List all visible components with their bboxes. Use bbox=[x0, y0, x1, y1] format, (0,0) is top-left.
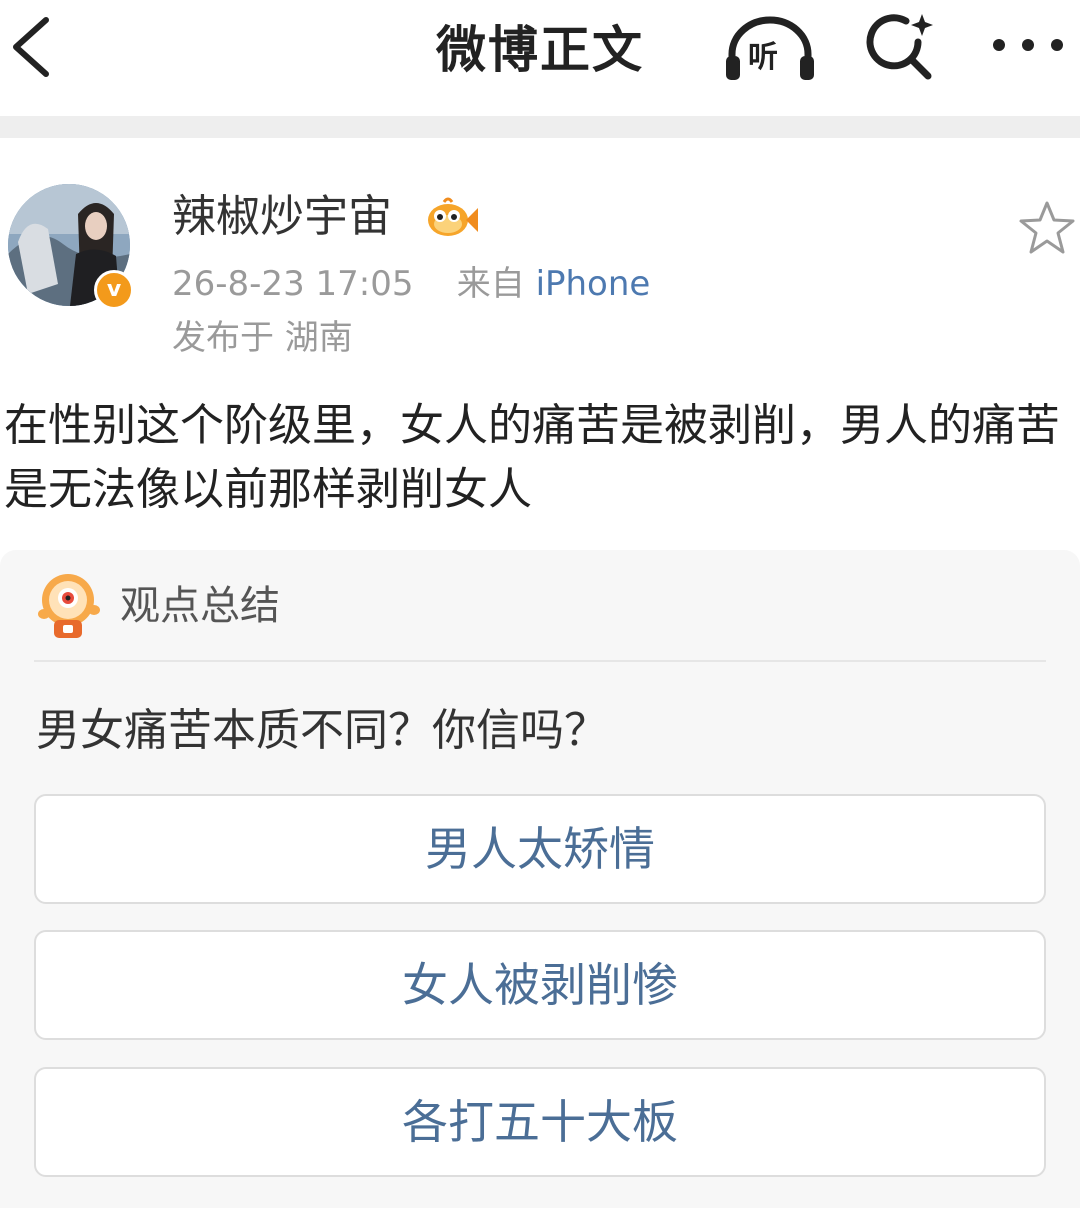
more-icon[interactable] bbox=[992, 38, 1064, 52]
post-meta: 26-8-23 17:05 来自 iPhone bbox=[172, 262, 650, 306]
post-location: 发布于 湖南 bbox=[172, 318, 353, 358]
post-text: 在性别这个阶级里，女人的痛苦是被剥削，男人的痛苦是无法像以前那样剥削女人 bbox=[4, 400, 1060, 515]
top-nav-bar: 微博正文 听 bbox=[0, 0, 1080, 116]
poll-question: 男女痛苦本质不同？你信吗？ bbox=[36, 705, 608, 756]
header-divider bbox=[0, 116, 1080, 138]
source-prefix: 来自 bbox=[456, 264, 525, 304]
fish-emoji-icon bbox=[428, 197, 478, 236]
poll-option[interactable]: 各打五十大板 bbox=[34, 1067, 1046, 1177]
bot-mascot-icon bbox=[38, 574, 100, 638]
username[interactable]: 辣椒炒宇宙 bbox=[172, 190, 392, 244]
summary-divider bbox=[34, 660, 1046, 662]
summary-label: 观点总结 bbox=[120, 583, 280, 629]
search-icon[interactable] bbox=[866, 12, 938, 80]
star-icon[interactable] bbox=[1018, 200, 1076, 256]
verified-badge: v bbox=[94, 270, 134, 310]
poll-option[interactable]: 男人太矫情 bbox=[34, 794, 1046, 904]
post-timestamp: 26-8-23 17:05 bbox=[172, 264, 414, 304]
listen-label: 听 bbox=[748, 40, 778, 75]
post-source-link[interactable]: iPhone bbox=[536, 264, 651, 304]
poll-option[interactable]: 女人被剥削惨 bbox=[34, 930, 1046, 1040]
